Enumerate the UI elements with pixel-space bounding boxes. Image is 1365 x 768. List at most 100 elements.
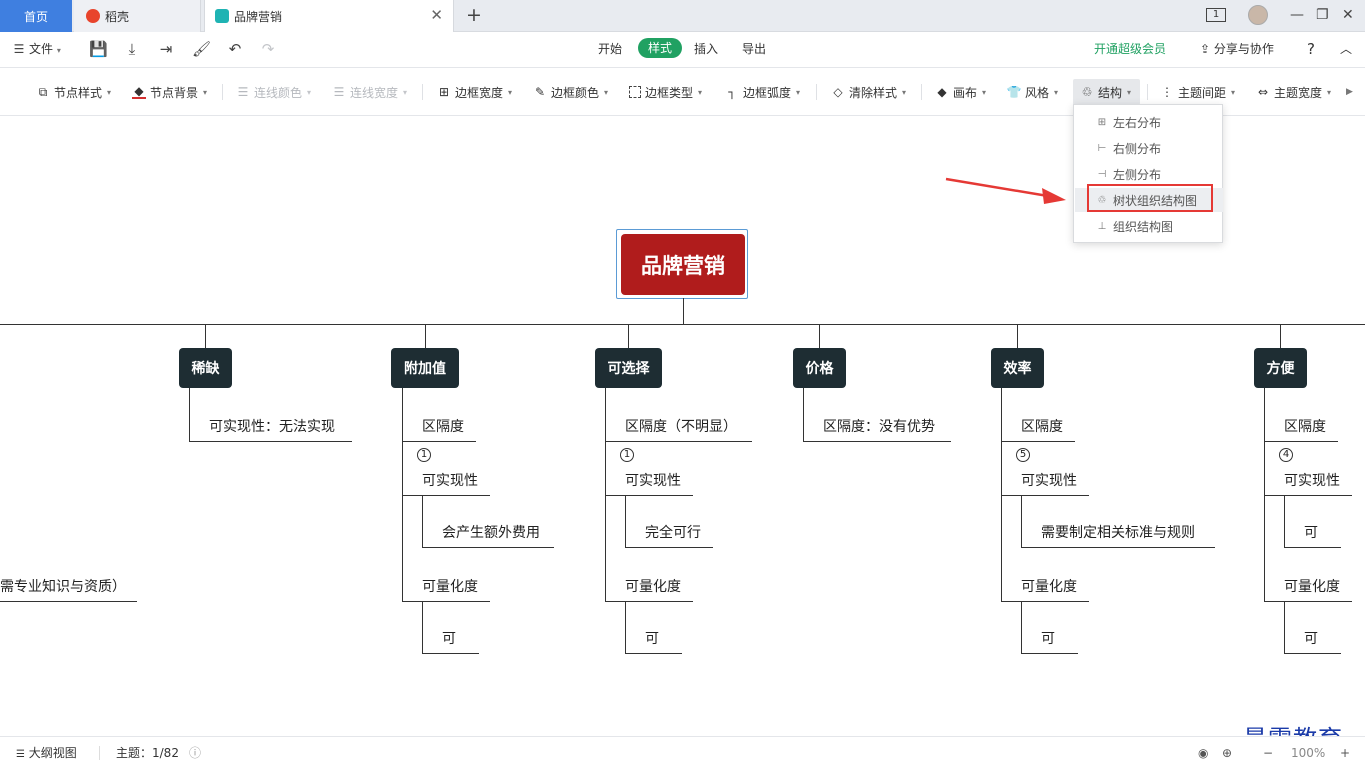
border-color-button[interactable]: ✎ 边框颜色 ▾ <box>533 83 608 101</box>
info-icon[interactable]: ⓘ <box>189 746 201 760</box>
subtopic[interactable]: 可实现性 <box>1284 472 1340 490</box>
line-color-button[interactable]: ☰ 连线颜色 ▾ <box>236 83 311 101</box>
subtopic[interactable]: 可实现性 <box>1021 472 1077 490</box>
priority-marker[interactable]: 5 <box>1016 448 1030 462</box>
minimize-icon[interactable]: — <box>1290 6 1304 24</box>
tab-daoke[interactable]: 稻壳 <box>74 0 201 32</box>
tab-insert-label: 插入 <box>694 42 719 56</box>
undo-icon[interactable]: ↶ <box>226 40 244 58</box>
theme-button[interactable]: 👕 风格 ▾ <box>1007 83 1059 101</box>
subtopic[interactable]: 可 <box>442 630 456 648</box>
structure-button[interactable]: ♲ 结构 ▾ <box>1080 83 1131 101</box>
branch-connector <box>425 324 426 348</box>
topic-added-value[interactable]: 附加值 <box>391 348 459 388</box>
priority-marker[interactable]: 1 <box>417 448 431 462</box>
vip-link[interactable]: 开通超级会员 <box>1094 41 1166 57</box>
subtopic-underline <box>625 547 713 548</box>
zoom-out-icon[interactable]: − <box>1263 746 1273 760</box>
format-painter-icon[interactable]: 🖌 <box>192 40 211 58</box>
node-background-button[interactable]: ◆ 节点背景 ▾ <box>132 83 207 101</box>
download-icon[interactable]: ⤓ <box>123 40 141 58</box>
zoom-level[interactable]: 100% <box>1291 746 1325 760</box>
subtopic[interactable]: 可 <box>1041 630 1055 648</box>
save-icon[interactable]: 💾 <box>89 40 108 58</box>
tab-insert[interactable]: 插入 <box>694 41 718 57</box>
subtopic[interactable]: 区隔度：没有优势 <box>823 418 935 436</box>
help-icon[interactable]: ? <box>1307 41 1315 57</box>
page-count-badge[interactable]: 1 <box>1206 8 1226 22</box>
user-avatar[interactable] <box>1248 5 1268 25</box>
subtopic[interactable]: 可量化度 <box>422 578 478 596</box>
node-style-button[interactable]: ⧉ 节点样式 ▾ <box>36 83 111 101</box>
daoke-logo-icon <box>86 9 100 23</box>
restore-icon[interactable]: ❐ <box>1316 6 1329 24</box>
locate-icon[interactable]: ⊕ <box>1222 746 1232 760</box>
tab-export[interactable]: 导出 <box>742 41 766 57</box>
subtopic[interactable]: 可实现性：无法实现 <box>209 418 335 436</box>
tab-home[interactable]: 首页 <box>0 0 72 32</box>
structure-left[interactable]: ⊣ 左侧分布 <box>1075 162 1223 186</box>
topic-optional[interactable]: 可选择 <box>595 348 662 388</box>
structure-right[interactable]: ⊢ 右侧分布 <box>1075 136 1223 160</box>
eye-icon[interactable]: ◉ <box>1198 746 1208 760</box>
zoom-in-icon[interactable]: + <box>1340 746 1350 760</box>
menu-lines-icon[interactable]: ☰ <box>10 40 28 58</box>
subtopic[interactable]: 可实现性 <box>625 472 681 490</box>
subtopic-connector <box>625 601 626 654</box>
subtopic[interactable]: 会产生额外费用 <box>442 524 540 542</box>
close-tab-icon[interactable]: ✕ <box>430 8 443 23</box>
subtopic[interactable]: 区隔度 <box>422 418 464 436</box>
subtopic-underline <box>1001 495 1089 496</box>
redo-icon[interactable]: ↷ <box>259 40 277 58</box>
topic-label: 效率 <box>1003 361 1032 377</box>
topic-count: 主题：1/82 <box>116 746 179 760</box>
new-tab-icon[interactable]: + <box>466 5 482 25</box>
subtopic[interactable]: 区隔度（不明显） <box>625 418 737 436</box>
topic-spacing-button[interactable]: ⋮ 主题间距 ▾ <box>1160 83 1235 101</box>
file-menu[interactable]: 文件 ▾ <box>29 41 61 59</box>
subtopic[interactable]: 需专业知识与资质） <box>0 578 126 596</box>
root-topic-label: 品牌营销 <box>641 253 725 278</box>
priority-marker[interactable]: 1 <box>620 448 634 462</box>
subtopic[interactable]: 可量化度 <box>625 578 681 596</box>
border-color-label: 边框颜色 <box>551 85 600 100</box>
collapse-ribbon-icon[interactable]: ︿ <box>1340 41 1352 57</box>
priority-marker[interactable]: 4 <box>1279 448 1293 462</box>
tab-style[interactable]: 样式 <box>638 38 682 58</box>
subtopic[interactable]: 完全可行 <box>645 524 701 542</box>
topic-count-label: 主题：1/82 <box>116 746 179 760</box>
tab-start[interactable]: 开始 <box>598 41 622 57</box>
subtopic-label: 可量化度 <box>1284 579 1340 595</box>
clear-style-button[interactable]: ◇ 清除样式 ▾ <box>831 83 906 101</box>
subtopic[interactable]: 可 <box>645 630 659 648</box>
border-radius-button[interactable]: ┐ 边框弧度 ▾ <box>725 83 800 101</box>
close-window-icon[interactable]: ✕ <box>1342 6 1354 24</box>
canvas-button[interactable]: ◆ 画布 ▾ <box>935 83 986 101</box>
line-width-button[interactable]: ☰ 连线宽度 ▾ <box>332 83 407 101</box>
tab-document[interactable]: 品牌营销 ✕ <box>204 0 454 32</box>
topic-efficiency[interactable]: 效率 <box>991 348 1044 388</box>
topic-price[interactable]: 价格 <box>793 348 846 388</box>
subtopic[interactable]: 可量化度 <box>1284 578 1340 596</box>
subtopic[interactable]: 可实现性 <box>422 472 478 490</box>
toolbar-scroll-right-icon[interactable]: ▶ <box>1346 83 1353 101</box>
topic-scarcity[interactable]: 稀缺 <box>179 348 232 388</box>
subtopic[interactable]: 可 <box>1304 524 1318 542</box>
topic-width-button[interactable]: ⇔ 主题宽度 ▾ <box>1256 83 1331 101</box>
subtopic[interactable]: 可 <box>1304 630 1318 648</box>
subtopic[interactable]: 区隔度 <box>1021 418 1063 436</box>
priority-marker-label: 5 <box>1019 449 1027 460</box>
topic-convenience[interactable]: 方便 <box>1254 348 1307 388</box>
export-icon[interactable]: ⇥ <box>157 40 175 58</box>
border-width-button[interactable]: ⊞ 边框宽度 ▾ <box>437 83 512 101</box>
subtopic[interactable]: 可量化度 <box>1021 578 1077 596</box>
structure-org-chart[interactable]: ⊥ 组织结构图 <box>1075 214 1223 238</box>
subtopic[interactable]: 需要制定相关标准与规则 <box>1041 524 1195 542</box>
border-type-button[interactable]: 边框类型 ▾ <box>629 83 702 101</box>
share-button[interactable]: ⇪ 分享与协作 <box>1200 41 1274 57</box>
share-label: 分享与协作 <box>1213 42 1274 56</box>
subtopic[interactable]: 区隔度 <box>1284 418 1326 436</box>
root-topic[interactable]: 品牌营销 <box>621 234 745 295</box>
outline-view-button[interactable]: ☰ 大纲视图 <box>16 746 77 762</box>
structure-left-right[interactable]: ⊞ 左右分布 <box>1075 110 1223 134</box>
